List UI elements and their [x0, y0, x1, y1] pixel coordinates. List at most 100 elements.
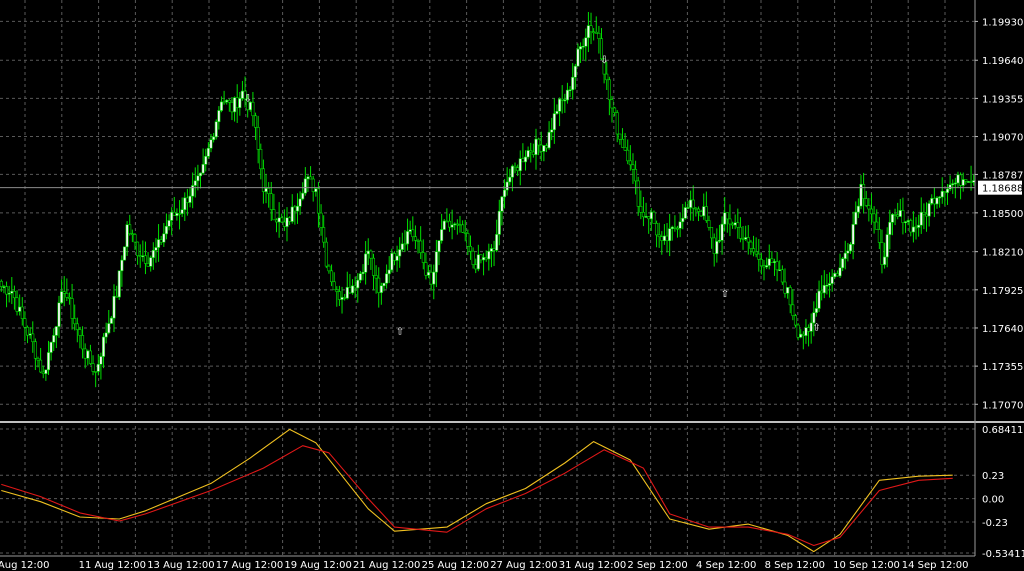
candle-body — [149, 257, 153, 267]
price-axis-label: 1.18500 — [982, 209, 1023, 220]
candle-body — [52, 335, 56, 343]
candle-body — [138, 255, 142, 258]
candle-body — [959, 174, 963, 186]
oscillator-axis-label: 0.23 — [982, 471, 1004, 482]
candle-body — [738, 226, 742, 239]
candle-body — [503, 189, 507, 198]
candle-body — [510, 165, 514, 178]
candle-body — [427, 271, 431, 276]
candle-body — [835, 273, 839, 277]
candle-body — [0, 280, 3, 287]
candle-body — [531, 151, 535, 155]
candle-body — [332, 281, 336, 291]
candle-body — [780, 269, 784, 283]
price-axis-label: 1.17070 — [982, 400, 1023, 411]
candle-body — [259, 149, 263, 170]
candle-body — [943, 191, 947, 193]
candle-body — [762, 265, 766, 268]
candle-body — [516, 167, 520, 172]
candle-body — [379, 285, 383, 293]
candle-body — [62, 291, 66, 294]
candle-body — [843, 252, 847, 259]
candle-body — [421, 252, 425, 263]
candle-body — [560, 98, 564, 101]
time-axis-label: 14 Sep 12:00 — [902, 560, 969, 571]
candle-body — [20, 306, 24, 319]
candle-body — [445, 220, 449, 223]
time-axis-label: 10 Sep 12:00 — [833, 560, 900, 571]
oscillator-axis-label: -0.53411 — [982, 549, 1024, 560]
candle-body — [508, 176, 512, 183]
time-axis[interactable]: 10 Aug 12:00 11 Aug 12:0013 Aug 12:0017 A… — [0, 560, 969, 571]
candle-body — [214, 121, 218, 138]
candle-body — [2, 286, 6, 288]
candle-body — [487, 251, 491, 260]
candle-body — [251, 101, 255, 117]
sell-arrow-icon: ⇩ — [244, 94, 252, 105]
oscillator-axis-label: 0.68411 — [982, 425, 1023, 436]
candle-body — [584, 37, 588, 47]
candle-body — [537, 138, 541, 146]
candle-body — [112, 295, 116, 319]
candle-body — [322, 227, 326, 243]
candle-body — [188, 195, 192, 203]
candle-body — [99, 356, 103, 365]
candle-body — [917, 224, 921, 228]
candle-body — [264, 188, 268, 192]
candle-body — [458, 224, 462, 226]
candle-body — [94, 371, 98, 373]
candle-body — [91, 363, 95, 372]
candle-body — [403, 243, 407, 246]
candle-body — [191, 185, 195, 197]
candle-body — [673, 226, 677, 229]
candle-body — [400, 243, 404, 250]
candle-body — [754, 251, 758, 255]
candle-body — [681, 217, 685, 223]
candle-body — [665, 235, 669, 241]
candle-body — [489, 248, 493, 252]
candle-body — [235, 97, 239, 108]
candle-body — [898, 210, 902, 217]
candle-body — [864, 198, 868, 206]
candle-body — [820, 290, 824, 294]
candle-body — [922, 211, 926, 215]
time-axis-label: 4 Sep 12:00 — [696, 560, 756, 571]
candle-body — [746, 237, 750, 243]
candle-body — [817, 290, 821, 309]
candle-body — [696, 208, 700, 212]
candle-body — [107, 323, 111, 334]
candle-body — [356, 279, 360, 289]
candle-body — [689, 199, 693, 208]
candle-body — [78, 329, 82, 336]
candle-body — [44, 369, 48, 374]
candle-body — [5, 286, 9, 295]
candle-body — [167, 220, 171, 227]
candle-body — [311, 178, 315, 192]
candle-body — [303, 178, 307, 194]
candle-body — [348, 287, 352, 294]
price-axis-label: 1.17355 — [982, 362, 1023, 373]
candle-body — [752, 248, 756, 253]
candle-body — [468, 246, 472, 252]
candle-body — [282, 221, 286, 227]
candle-body — [940, 191, 944, 198]
candle-body — [807, 327, 811, 332]
candle-body — [825, 284, 829, 287]
candle-body — [838, 267, 842, 277]
candle-body — [620, 138, 624, 148]
candle-body — [193, 180, 197, 186]
candle-body — [54, 326, 58, 336]
candle-body — [395, 255, 399, 261]
candle-body — [154, 247, 158, 251]
candle-body — [86, 350, 90, 359]
candle-body — [812, 312, 816, 324]
candle-body — [337, 291, 341, 300]
candle-body — [201, 164, 205, 174]
candle-body — [73, 318, 77, 325]
candle-body — [628, 160, 632, 166]
trading-chart[interactable]: ⇩ ⇩ ⇧ ⇧ ⇧ 1.19930 1.19640 1.19355 1.19070 1.1878… — [0, 0, 1024, 571]
candle-body — [442, 220, 446, 230]
candle-body — [660, 236, 664, 241]
candle-body — [579, 46, 583, 50]
candle-body — [476, 254, 480, 270]
